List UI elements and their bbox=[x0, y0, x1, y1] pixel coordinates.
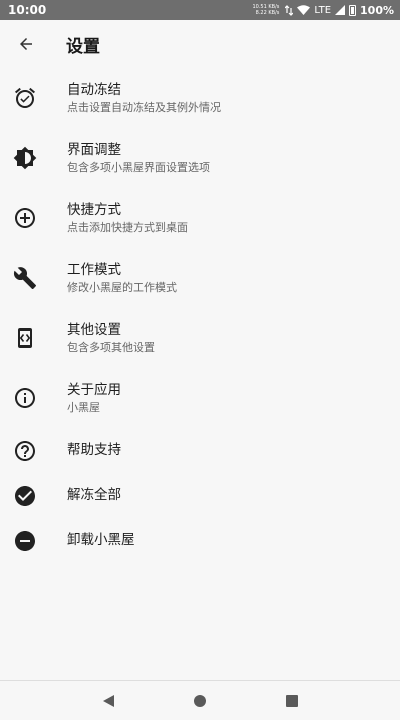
menu-item-title: 卸载小黑屋 bbox=[67, 532, 135, 548]
menu-item-title: 关于应用 bbox=[67, 381, 121, 398]
network-speed: 10.51 KB/s 8.22 KB/s bbox=[252, 4, 279, 16]
menu-item-unfreeze-all[interactable]: 解冻全部 bbox=[0, 473, 400, 518]
square-recents-icon bbox=[286, 694, 298, 707]
menu-item-text: 其他设置 包含多项其他设置 bbox=[67, 322, 155, 355]
cell-signal-icon bbox=[335, 5, 346, 15]
menu-item-work-mode[interactable]: 工作模式 修改小黑屋的工作模式 bbox=[0, 248, 400, 308]
data-transfer-icon bbox=[285, 4, 294, 16]
menu-item-text: 自动冻结 点击设置自动冻结及其例外情况 bbox=[67, 82, 221, 115]
wifi-icon bbox=[297, 5, 311, 15]
menu-item-about[interactable]: 关于应用 小黑屋 bbox=[0, 368, 400, 428]
wrench-icon bbox=[13, 266, 37, 290]
menu-item-text: 帮助支持 bbox=[67, 442, 121, 459]
settings-code-icon bbox=[13, 326, 37, 350]
help-icon bbox=[13, 439, 37, 463]
menu-item-text: 快捷方式 点击添加快捷方式到桌面 bbox=[67, 202, 188, 235]
brightness-icon bbox=[13, 146, 37, 170]
nav-recents-button[interactable] bbox=[277, 686, 307, 716]
circle-home-icon bbox=[194, 694, 206, 707]
nav-back-button[interactable] bbox=[93, 686, 123, 716]
menu-item-auto-freeze[interactable]: 自动冻结 点击设置自动冻结及其例外情况 bbox=[0, 68, 400, 128]
triangle-back-icon bbox=[103, 694, 114, 707]
add-circle-icon bbox=[13, 206, 37, 230]
status-bar: 10:00 10.51 KB/s 8.22 KB/s LTE 100% bbox=[0, 0, 400, 20]
menu-item-subtitle: 点击设置自动冻结及其例外情况 bbox=[67, 100, 221, 114]
battery-icon bbox=[349, 4, 357, 16]
navigation-bar bbox=[0, 680, 400, 720]
status-time: 10:00 bbox=[8, 3, 47, 17]
menu-item-subtitle: 点击添加快捷方式到桌面 bbox=[67, 220, 188, 234]
menu-item-title: 界面调整 bbox=[67, 141, 121, 158]
battery-percent: 100% bbox=[360, 3, 394, 17]
back-button[interactable] bbox=[0, 20, 52, 68]
menu-item-subtitle: 小黑屋 bbox=[67, 400, 100, 414]
page-title: 设置 bbox=[66, 36, 100, 57]
settings-list: 自动冻结 点击设置自动冻结及其例外情况 界面调整 包含多项小黑屋界面设置选项 快… bbox=[0, 68, 400, 563]
menu-item-interface[interactable]: 界面调整 包含多项小黑屋界面设置选项 bbox=[0, 128, 400, 188]
menu-item-text: 卸载小黑屋 bbox=[67, 532, 135, 549]
status-icons: 10.51 KB/s 8.22 KB/s LTE 100% bbox=[252, 4, 394, 17]
alarm-icon bbox=[13, 86, 37, 110]
arrow-back-icon bbox=[20, 38, 32, 50]
menu-item-shortcuts[interactable]: 快捷方式 点击添加快捷方式到桌面 bbox=[0, 188, 400, 248]
menu-item-title: 解冻全部 bbox=[67, 487, 121, 503]
network-type: LTE bbox=[314, 4, 332, 16]
menu-item-subtitle: 包含多项其他设置 bbox=[67, 340, 155, 354]
menu-item-subtitle: 修改小黑屋的工作模式 bbox=[67, 280, 177, 294]
info-icon bbox=[13, 386, 37, 410]
menu-item-title: 自动冻结 bbox=[67, 81, 121, 98]
menu-item-text: 解冻全部 bbox=[67, 487, 121, 504]
menu-item-title: 其他设置 bbox=[67, 321, 121, 338]
menu-item-other-settings[interactable]: 其他设置 包含多项其他设置 bbox=[0, 308, 400, 368]
menu-item-title: 快捷方式 bbox=[67, 201, 121, 218]
menu-item-title: 帮助支持 bbox=[67, 442, 121, 458]
menu-item-title: 工作模式 bbox=[67, 261, 121, 278]
menu-item-subtitle: 包含多项小黑屋界面设置选项 bbox=[67, 160, 210, 174]
app-bar: 设置 bbox=[0, 20, 400, 68]
nav-home-button[interactable] bbox=[185, 686, 215, 716]
menu-item-text: 关于应用 小黑屋 bbox=[67, 382, 121, 415]
menu-item-text: 工作模式 修改小黑屋的工作模式 bbox=[67, 262, 177, 295]
menu-item-uninstall[interactable]: 卸载小黑屋 bbox=[0, 518, 400, 563]
menu-item-text: 界面调整 包含多项小黑屋界面设置选项 bbox=[67, 142, 210, 175]
check-circle-icon bbox=[13, 484, 37, 508]
remove-circle-icon bbox=[13, 529, 37, 553]
download-speed: 8.22 KB/s bbox=[255, 10, 280, 16]
menu-item-help[interactable]: 帮助支持 bbox=[0, 428, 400, 473]
